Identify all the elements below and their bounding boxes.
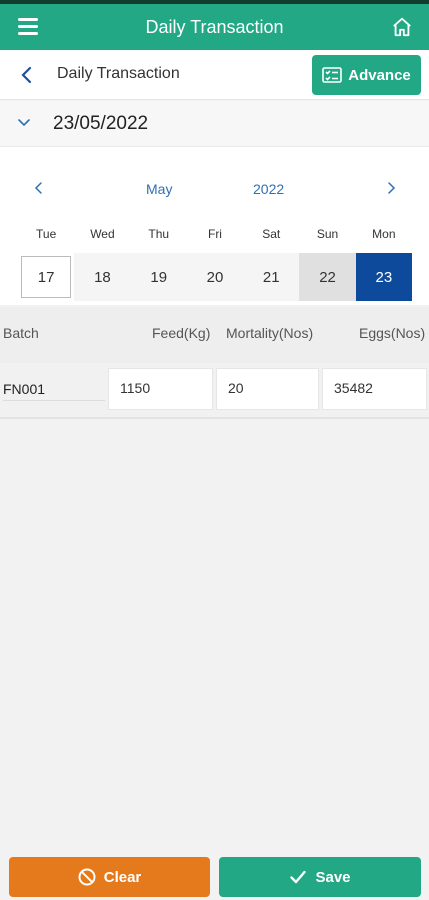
calendar-month[interactable]: May: [146, 181, 172, 197]
app-bar: Daily Transaction: [0, 4, 429, 50]
block-icon: [78, 868, 96, 886]
page-title: Daily Transaction: [57, 65, 180, 82]
weekday-label: Thu: [148, 227, 170, 241]
weekday-row: Tue Wed Thu Fri Sat Sun Mon: [18, 227, 412, 241]
column-header-mortality: Mortality(Nos): [226, 325, 314, 341]
app-title: Daily Transaction: [145, 16, 284, 37]
check-icon: [290, 870, 307, 884]
save-label: Save: [315, 868, 351, 886]
weekday-label: Fri: [207, 227, 222, 241]
week-calendar: May 2022 Tue Wed Thu Fri Sat Sun Mon 17 …: [0, 147, 429, 305]
menu-icon[interactable]: [18, 18, 38, 36]
weekday-label: Wed: [90, 227, 115, 241]
clear-button[interactable]: Clear: [9, 857, 210, 897]
table-row: FN001 1150 20 35482: [0, 363, 429, 419]
table-header: Batch Feed(Kg) Mortality(Nos) Eggs(Nos): [0, 307, 429, 363]
weekday-label: Sat: [262, 227, 281, 241]
clear-label: Clear: [103, 868, 142, 886]
weekday-label: Sun: [316, 227, 339, 241]
save-button[interactable]: Save: [219, 857, 421, 897]
chevron-right-icon[interactable]: [385, 181, 397, 195]
weekday-label: Tue: [36, 227, 57, 241]
calendar-header: May 2022: [0, 177, 429, 201]
day-cell[interactable]: 17: [18, 253, 75, 301]
footer-actions: Clear Save: [0, 852, 429, 900]
weekday-label: Mon: [372, 227, 396, 241]
column-header-eggs: Eggs(Nos): [359, 325, 426, 341]
sub-header: Daily Transaction Advance: [0, 50, 429, 100]
transaction-table: Batch Feed(Kg) Mortality(Nos) Eggs(Nos) …: [0, 307, 429, 419]
date-selector[interactable]: 23/05/2022: [0, 101, 429, 147]
calendar-year[interactable]: 2022: [253, 181, 284, 197]
column-header-batch: Batch: [3, 325, 39, 341]
batch-cell: FN001: [3, 381, 105, 401]
day-cell-selected[interactable]: 23: [355, 253, 412, 301]
day-row: 17 18 19 20 21 22 23: [18, 253, 412, 301]
column-header-feed: Feed(Kg): [152, 325, 211, 341]
feed-input[interactable]: 1150: [108, 368, 213, 410]
home-icon[interactable]: [391, 16, 413, 38]
day-cell[interactable]: 21: [243, 253, 300, 301]
eggs-input[interactable]: 35482: [322, 368, 427, 410]
chevron-down-icon[interactable]: [17, 118, 31, 128]
mortality-input[interactable]: 20: [216, 368, 319, 410]
advance-label: Advance: [348, 66, 411, 84]
day-cell[interactable]: 19: [130, 253, 187, 301]
advance-button[interactable]: Advance: [312, 55, 421, 95]
day-cell[interactable]: 18: [74, 253, 131, 301]
selected-date: 23/05/2022: [53, 113, 149, 134]
day-cell[interactable]: 20: [186, 253, 244, 301]
day-cell[interactable]: 22: [299, 253, 356, 301]
form-icon: [322, 67, 343, 83]
chevron-left-icon[interactable]: [33, 181, 45, 195]
back-arrow-icon[interactable]: [18, 65, 36, 85]
